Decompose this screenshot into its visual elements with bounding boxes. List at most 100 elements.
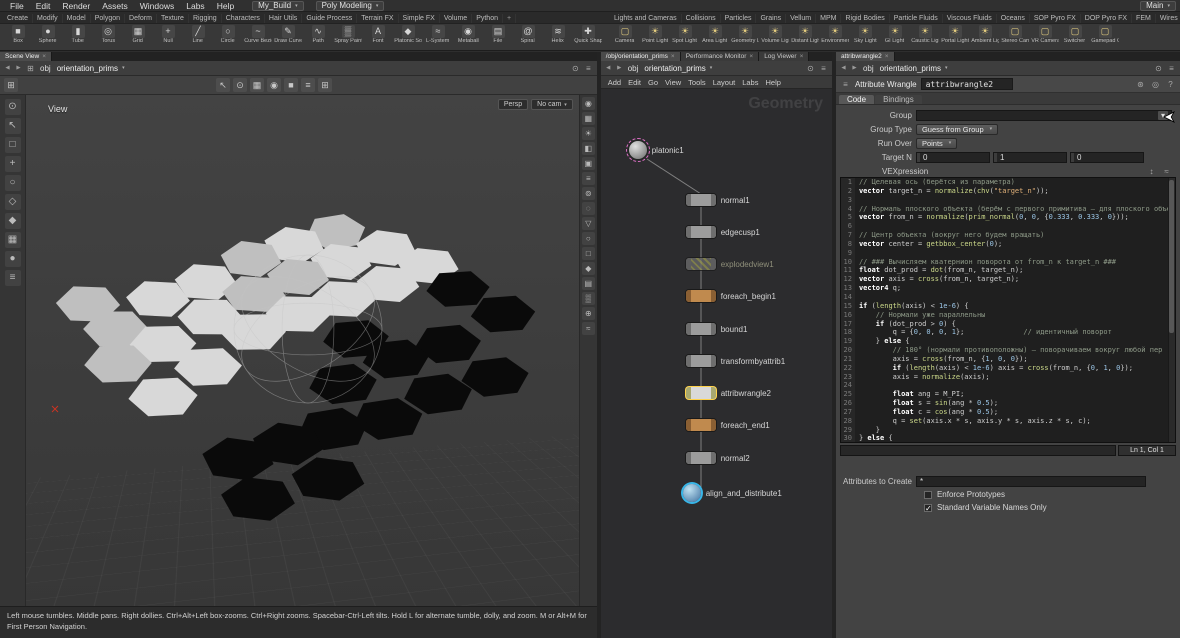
shelf-tool-distant-light[interactable]: ☀Distant Light bbox=[790, 24, 820, 50]
grid-toggle-icon[interactable]: ○ bbox=[582, 232, 595, 245]
shadow-toggle-icon[interactable]: ◧ bbox=[582, 142, 595, 155]
lighting-toggle-icon[interactable]: ☀ bbox=[582, 127, 595, 140]
shelf-tab-characters[interactable]: Characters bbox=[222, 14, 265, 23]
menu-assets[interactable]: Assets bbox=[96, 1, 134, 11]
shelf-tab-hair-utils[interactable]: Hair Utils bbox=[265, 14, 302, 23]
shelf-tab-lights-and-cameras[interactable]: Lights and Cameras bbox=[610, 14, 682, 23]
hexagon-prim[interactable] bbox=[461, 357, 528, 397]
shelf-tool-font[interactable]: AFont bbox=[363, 24, 393, 50]
target-n-field-1[interactable]: 1 bbox=[993, 152, 1067, 163]
shelf-tab-mpm[interactable]: MPM bbox=[816, 14, 841, 23]
shelf-tab-deform[interactable]: Deform bbox=[125, 14, 157, 23]
hexagon-prim[interactable] bbox=[309, 364, 376, 404]
display-options-icon[interactable]: ◉ bbox=[582, 97, 595, 110]
hexagon-prim[interactable] bbox=[471, 296, 535, 333]
code-line[interactable]: 9 bbox=[841, 249, 1175, 258]
layout-selector[interactable]: Main ▾ bbox=[1140, 1, 1176, 11]
node-foreach_begin1[interactable]: foreach_begin1 bbox=[686, 290, 776, 302]
shelf-tool-grid[interactable]: ▦Grid bbox=[123, 24, 153, 50]
network-menu-add[interactable]: Add bbox=[605, 78, 624, 87]
node-edgecusp1[interactable]: edgecusp1 bbox=[686, 226, 760, 238]
code-line[interactable]: 6 bbox=[841, 222, 1175, 231]
menu-help[interactable]: Help bbox=[211, 1, 240, 11]
tab-bindings[interactable]: Bindings bbox=[875, 95, 922, 104]
network-menu-labs[interactable]: Labs bbox=[739, 78, 761, 87]
persp-button[interactable]: Persp bbox=[498, 99, 528, 110]
close-icon[interactable]: × bbox=[885, 53, 889, 60]
shelf-tool-helix[interactable]: ≋Helix bbox=[543, 24, 573, 50]
pane-tab-log-viewer[interactable]: Log Viewer× bbox=[759, 52, 809, 61]
code-line[interactable]: 26 float s = sin(ang * 0.5); bbox=[841, 399, 1175, 408]
desktop-selector[interactable]: Poly Modeling ▾ bbox=[316, 1, 385, 11]
code-line[interactable]: 18 q = {0, 0, 0, 1}; // идентичный повор… bbox=[841, 328, 1175, 337]
shelf-tab-terrain-fx[interactable]: Terrain FX bbox=[357, 14, 398, 23]
shelf-tool-quick-shapes[interactable]: ✚Quick Shapes bbox=[573, 24, 603, 50]
vex-language-icon[interactable]: ≈ bbox=[1161, 167, 1172, 176]
add-shelf-button[interactable]: + bbox=[503, 14, 516, 23]
group-select-icon[interactable]: ▦ bbox=[250, 78, 264, 92]
shelf-tool-metaball[interactable]: ◉Metaball bbox=[453, 24, 483, 50]
shelf-tab-oceans[interactable]: Oceans bbox=[997, 14, 1030, 23]
code-line[interactable]: 12vector axis = cross(from_n, target_n); bbox=[841, 275, 1175, 284]
snapshot-icon[interactable]: ⊙ bbox=[1153, 64, 1164, 73]
shelf-tab-fem[interactable]: FEM bbox=[1132, 14, 1156, 23]
code-line[interactable]: 2vector target_n = normalize(chv("target… bbox=[841, 187, 1175, 196]
node-align_and_distribute1[interactable]: align_and_distribute1 bbox=[683, 484, 782, 502]
pane-tab-scene-view[interactable]: Scene View × bbox=[0, 52, 52, 61]
snap-options-icon[interactable]: ▦ bbox=[5, 232, 21, 248]
hexagon-prim[interactable] bbox=[354, 398, 423, 440]
build-selector[interactable]: My_Build ▾ bbox=[252, 1, 303, 11]
back-icon[interactable]: ◀ bbox=[604, 65, 613, 71]
shelf-tab-wires[interactable]: Wires bbox=[1156, 14, 1180, 23]
shelf-tab-particle-fluids[interactable]: Particle Fluids bbox=[890, 14, 943, 23]
shelf-tool-camera[interactable]: ▢Camera bbox=[610, 24, 640, 50]
path-obj[interactable]: obj bbox=[861, 64, 876, 73]
node-foreach_end1[interactable]: foreach_end1 bbox=[686, 419, 770, 431]
target-n-field-2[interactable]: 0 bbox=[1070, 152, 1144, 163]
node-explodedview1[interactable]: explodedview1 bbox=[686, 258, 774, 270]
fog-toggle-icon[interactable]: ▒ bbox=[582, 292, 595, 305]
shelf-tool-spiral[interactable]: @Spiral bbox=[513, 24, 543, 50]
back-icon[interactable]: ◀ bbox=[839, 65, 848, 71]
shelf-tool-switcher[interactable]: ▢Switcher bbox=[1060, 24, 1090, 50]
shelf-tab-guide-process[interactable]: Guide Process bbox=[302, 14, 357, 23]
shelf-tool-stereo-camera[interactable]: ▢Stereo Camera bbox=[1000, 24, 1030, 50]
network-menu-layout[interactable]: Layout bbox=[710, 78, 739, 87]
target-n-field-0[interactable]: 0 bbox=[916, 152, 990, 163]
shelf-tool-path[interactable]: ∿Path bbox=[303, 24, 333, 50]
close-icon[interactable]: × bbox=[749, 53, 753, 60]
shelf-tool-sphere[interactable]: ●Sphere bbox=[33, 24, 63, 50]
viewport[interactable]: View Persp No cam ▾ bbox=[26, 95, 579, 606]
select-objects-icon[interactable]: □ bbox=[5, 137, 21, 153]
pose-tool-icon[interactable]: ◆ bbox=[5, 213, 21, 229]
pane-menu-icon[interactable]: ≡ bbox=[818, 64, 829, 73]
node-normal2[interactable]: normal2 bbox=[686, 452, 750, 464]
shelf-tab-vellum[interactable]: Vellum bbox=[786, 14, 816, 23]
shelf-tab-viscous-fluids[interactable]: Viscous Fluids bbox=[943, 14, 997, 23]
texture-toggle-icon[interactable]: ≡ bbox=[582, 172, 595, 185]
code-line[interactable]: 16 // Нормали уже параллельны bbox=[841, 311, 1175, 320]
code-line[interactable]: 27 float c = cos(ang * 0.5); bbox=[841, 408, 1175, 417]
network-menu-go[interactable]: Go bbox=[645, 78, 661, 87]
code-line[interactable]: 25 float ang = M_PI; bbox=[841, 390, 1175, 399]
code-line[interactable]: 8vector center = getbbox_center(0); bbox=[841, 240, 1175, 249]
node-transformbyattrib1[interactable]: transformbyattrib1 bbox=[686, 355, 785, 367]
shelf-tool-null[interactable]: +Null bbox=[153, 24, 183, 50]
shelf-tool-gamepad-camera[interactable]: ▢Gamepad Camera bbox=[1090, 24, 1120, 50]
move-tool-icon[interactable]: + bbox=[5, 156, 21, 172]
search-icon[interactable]: ◎ bbox=[1150, 80, 1161, 89]
shelf-tab-model[interactable]: Model bbox=[63, 14, 91, 23]
node-normal1[interactable]: normal1 bbox=[686, 194, 750, 206]
pane-tab-attribwrangle2[interactable]: attribwrangle2 × bbox=[836, 52, 895, 61]
code-line[interactable]: 23 axis = normalize(axis); bbox=[841, 373, 1175, 382]
shelf-tool-torus[interactable]: ◎Torus bbox=[93, 24, 123, 50]
pane-menu-icon[interactable]: ≡ bbox=[583, 64, 594, 73]
expand-editor-icon[interactable]: ↕ bbox=[1146, 167, 1157, 176]
shelf-tool-spot-light[interactable]: ☀Spot Light bbox=[670, 24, 700, 50]
camera-select[interactable]: No cam ▾ bbox=[531, 99, 573, 110]
path-node[interactable]: orientation_prims bbox=[642, 64, 707, 73]
pane-menu-icon[interactable]: ≡ bbox=[1166, 64, 1177, 73]
scale-tool-icon[interactable]: ◇ bbox=[5, 194, 21, 210]
gear-icon[interactable]: ⊛ bbox=[1135, 80, 1146, 89]
shelf-tab-volume[interactable]: Volume bbox=[440, 14, 472, 23]
